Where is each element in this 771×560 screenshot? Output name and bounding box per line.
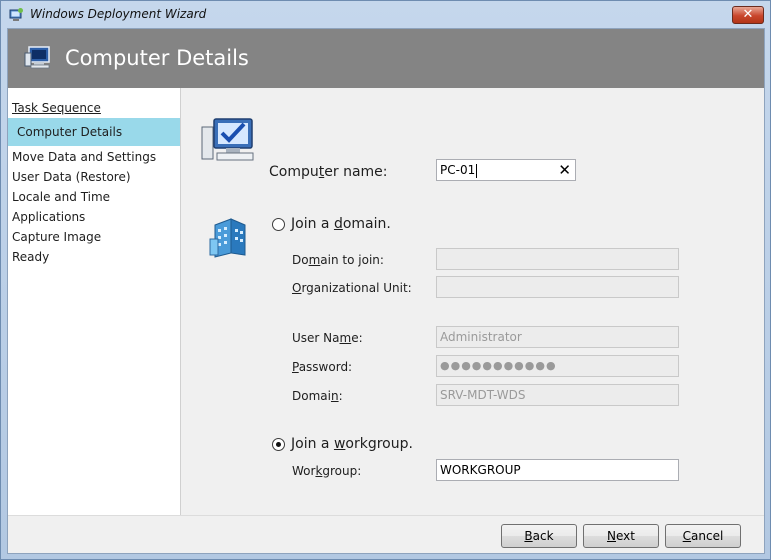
cancel-button[interactable]: Cancel: [665, 524, 741, 548]
sidebar-item-computer-details: Computer Details: [8, 118, 180, 146]
clear-text-icon[interactable]: ✕: [558, 162, 571, 178]
sidebar-item-applications: Applications: [12, 210, 86, 224]
workgroup-label: Workgroup:: [292, 464, 362, 478]
password-input[interactable]: ●●●●●●●●●●●: [436, 355, 679, 377]
user-name-label: User Name:: [292, 331, 363, 345]
sidebar-item-locale-time: Locale and Time: [12, 190, 111, 204]
organizational-unit-input[interactable]: [436, 276, 679, 298]
join-domain-label[interactable]: Join a domain.: [291, 216, 391, 232]
computer-details-form: Computer name: PC-01 ✕ Join a domain. Do…: [182, 88, 764, 515]
window-title: Windows Deployment Wizard: [30, 7, 207, 21]
computer-checkmark-icon: [201, 118, 254, 161]
join-workgroup-label[interactable]: Join a workgroup.: [291, 436, 413, 452]
workgroup-input[interactable]: WORKGROUP: [436, 459, 679, 481]
organizational-unit-label: Organizational Unit:: [292, 281, 412, 295]
wizard-app-icon: [9, 8, 23, 21]
join-domain-radio[interactable]: [272, 218, 285, 231]
next-button[interactable]: Next: [583, 524, 659, 548]
domain-server-icon: [209, 218, 246, 258]
close-button[interactable]: ✕: [732, 6, 764, 24]
sidebar-item-ready: Ready: [12, 250, 50, 264]
domain-to-join-label: Domain to join:: [292, 253, 384, 267]
computer-icon: [24, 46, 50, 69]
sidebar-item-user-data-restore: User Data (Restore): [12, 170, 131, 184]
join-workgroup-radio[interactable]: [272, 438, 285, 451]
title-bar[interactable]: Windows Deployment Wizard ✕: [1, 1, 770, 28]
wizard-footer: Back Next Cancel: [8, 515, 764, 553]
sidebar-item-capture-image: Capture Image: [12, 230, 102, 244]
sidebar-item-task-sequence[interactable]: Task Sequence: [8, 98, 180, 118]
page-header: Computer Details: [8, 29, 764, 88]
domain-input[interactable]: SRV-MDT-WDS: [436, 384, 679, 406]
domain-to-join-input[interactable]: [436, 248, 679, 270]
back-button[interactable]: Back: [501, 524, 577, 548]
sidebar-item-move-data: Move Data and Settings: [12, 150, 157, 164]
page-title: Computer Details: [65, 46, 249, 70]
computer-name-label: Computer name:: [269, 164, 388, 180]
user-name-input[interactable]: Administrator: [436, 326, 679, 348]
domain-label: Domain:: [292, 389, 343, 403]
password-label: Password:: [292, 360, 353, 374]
computer-name-input[interactable]: PC-01 ✕: [436, 159, 576, 181]
wizard-client-area: Computer Details Task Sequence Computer …: [7, 28, 765, 554]
wizard-steps-sidebar: Task Sequence Computer Details Move Data…: [8, 88, 181, 515]
wizard-window: Windows Deployment Wizard ✕ Computer Det…: [0, 0, 771, 560]
